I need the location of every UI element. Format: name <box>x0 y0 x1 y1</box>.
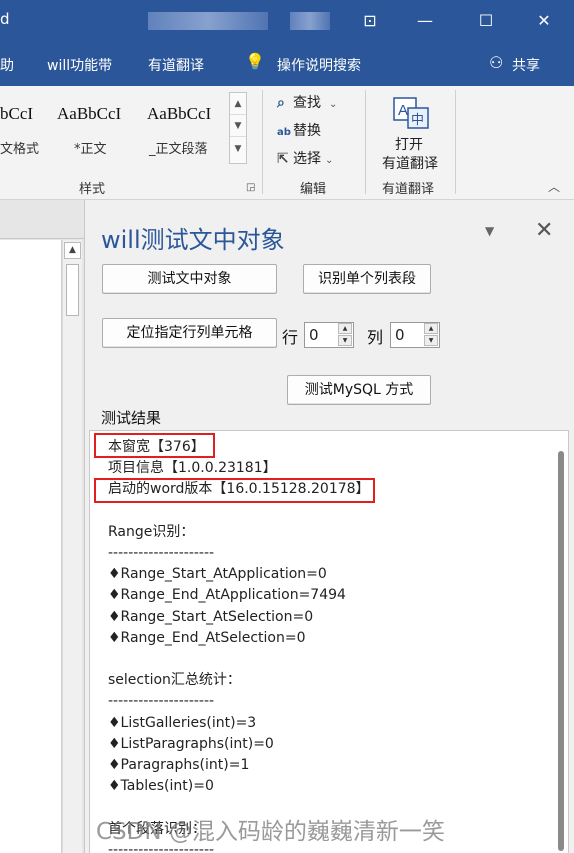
result-line: ♦Range_Start_AtApplication=0 <box>108 566 327 583</box>
select-button[interactable]: ⇱ 选择 ⌄ <box>277 148 333 168</box>
result-line: selection汇总统计： <box>108 672 241 689</box>
vertical-scrollbar[interactable]: ▲ <box>62 240 82 853</box>
locate-cell-button[interactable]: 定位指定行列单元格 <box>102 318 277 348</box>
document-area: ▲ <box>0 200 84 853</box>
document-page[interactable] <box>0 240 62 853</box>
result-line: ♦Range_Start_AtSelection=0 <box>108 608 314 625</box>
result-line <box>108 501 370 522</box>
ribbon: bCcI 文格式 AaBbCcI *正文 AaBbCcI _正文段落 ▲ ▼ ▼… <box>0 86 574 200</box>
result-line: ♦ListGalleries(int)=3 <box>108 714 257 731</box>
pane-options-icon[interactable]: ▼ <box>485 224 494 238</box>
col-label: 列 <box>367 328 384 347</box>
row-up-icon[interactable]: ▲ <box>338 323 352 334</box>
style-preview-3[interactable]: AaBbCcI <box>147 104 211 124</box>
result-line: ♦Tables(int)=0 <box>108 778 214 795</box>
dialog-launcher-icon[interactable]: ◲ <box>246 182 255 193</box>
youdao-translate-label[interactable]: 有道翻译 <box>382 153 438 173</box>
close-button[interactable]: ✕ <box>524 6 564 36</box>
test-objects-button[interactable]: 测试文中对象 <box>102 264 277 294</box>
ribbon-display-options-icon[interactable]: ⊡ <box>350 6 390 36</box>
result-scrollbar[interactable] <box>558 451 564 851</box>
style-preview-2[interactable]: AaBbCcI <box>57 104 121 124</box>
result-line: ♦Range_End_AtApplication=7494 <box>108 587 346 604</box>
youdao-group-label: 有道翻译 <box>382 182 435 197</box>
translate-icon[interactable]: A 中 <box>390 96 432 132</box>
scroll-up-icon[interactable]: ▲ <box>64 242 81 259</box>
col-up-icon[interactable]: ▲ <box>424 323 438 334</box>
minimize-button[interactable]: — <box>405 6 445 36</box>
highlight-box-width <box>94 433 215 458</box>
expand-gallery-icon[interactable]: ▼ <box>230 137 246 161</box>
identify-list-button[interactable]: 识别单个列表段 <box>303 264 431 294</box>
person-icon: ⚇ <box>489 53 504 72</box>
separator <box>455 90 456 194</box>
svg-text:中: 中 <box>411 113 424 128</box>
open-youdao-label[interactable]: 打开 <box>395 134 423 154</box>
result-line <box>108 649 370 670</box>
result-line: ♦ListParagraphs(int)=0 <box>108 735 274 752</box>
window-title: d <box>0 10 10 28</box>
style-gallery-scroll[interactable]: ▲ ▼ ▼ <box>229 92 247 164</box>
result-label: 测试结果 <box>101 409 162 427</box>
col-value: 0 <box>395 326 405 344</box>
lightbulb-icon: 💡 <box>245 52 265 71</box>
result-line: ♦Paragraphs(int)=1 <box>108 757 250 774</box>
task-pane: will测试文中对象 ▼ ✕ 测试文中对象 识别单个列表段 定位指定行列单元格 … <box>84 200 574 853</box>
blurred-document-name-2 <box>290 12 330 30</box>
maximize-button[interactable]: ☐ <box>466 6 506 36</box>
scroll-thumb[interactable] <box>66 264 79 316</box>
result-line: --------------------- <box>108 545 215 562</box>
find-button[interactable]: ⌕ 查找 ⌄ <box>277 92 337 112</box>
ruler-line <box>0 238 84 239</box>
style-preview-1[interactable]: bCcI <box>0 104 33 124</box>
pane-title: will测试文中对象 <box>101 226 285 254</box>
result-line: Range识别： <box>108 523 195 540</box>
title-bar: d ⊡ — ☐ ✕ <box>0 0 574 42</box>
svg-text:A: A <box>398 102 408 119</box>
share-button[interactable]: 共享 <box>512 55 540 75</box>
col-stepper[interactable]: 0 ▲ ▼ <box>390 322 440 348</box>
menu-bar: 助 will功能带 有道翻译 💡 操作说明搜索 ⚇ 共享 <box>0 42 574 86</box>
blurred-document-name <box>148 12 268 30</box>
style-label-1: 文格式 <box>0 142 40 157</box>
col-down-icon[interactable]: ▼ <box>424 335 438 346</box>
result-line: ♦Range_End_AtSelection=0 <box>108 629 306 646</box>
pane-close-icon[interactable]: ✕ <box>535 218 553 243</box>
highlight-box-version <box>94 478 375 503</box>
replace-button[interactable]: ab 替换 <box>277 120 321 140</box>
tab-help[interactable]: 助 <box>0 55 14 75</box>
chevron-up-icon[interactable]: ▲ <box>230 93 246 115</box>
watermark: CSDN @混入码龄的巍巍清新一笑 <box>96 819 445 845</box>
search-icon: ⌕ <box>277 95 285 111</box>
styles-group-label: 样式 <box>79 182 106 197</box>
test-mysql-button[interactable]: 测试MySQL 方式 <box>287 375 431 405</box>
result-line: 项目信息【1.0.0.23181】 <box>108 460 277 477</box>
row-value: 0 <box>309 326 319 344</box>
replace-icon: ab <box>277 127 291 138</box>
style-label-3: _正文段落 <box>149 142 208 157</box>
row-stepper[interactable]: 0 ▲ ▼ <box>304 322 354 348</box>
cursor-icon: ⇱ <box>277 151 289 167</box>
tell-me-search[interactable]: 操作说明搜索 <box>277 55 361 75</box>
result-line: --------------------- <box>108 693 215 710</box>
chevron-down-icon[interactable]: ▼ <box>230 115 246 137</box>
separator <box>262 90 263 194</box>
row-label: 行 <box>282 328 299 347</box>
tab-youdao-translate[interactable]: 有道翻译 <box>148 55 204 75</box>
collapse-ribbon-icon[interactable]: ︿ <box>548 178 560 195</box>
row-down-icon[interactable]: ▼ <box>338 335 352 346</box>
style-label-2: *正文 <box>74 142 107 157</box>
separator <box>365 90 366 194</box>
tab-will-functions[interactable]: will功能带 <box>47 55 112 75</box>
edit-group-label: 编辑 <box>300 182 327 197</box>
